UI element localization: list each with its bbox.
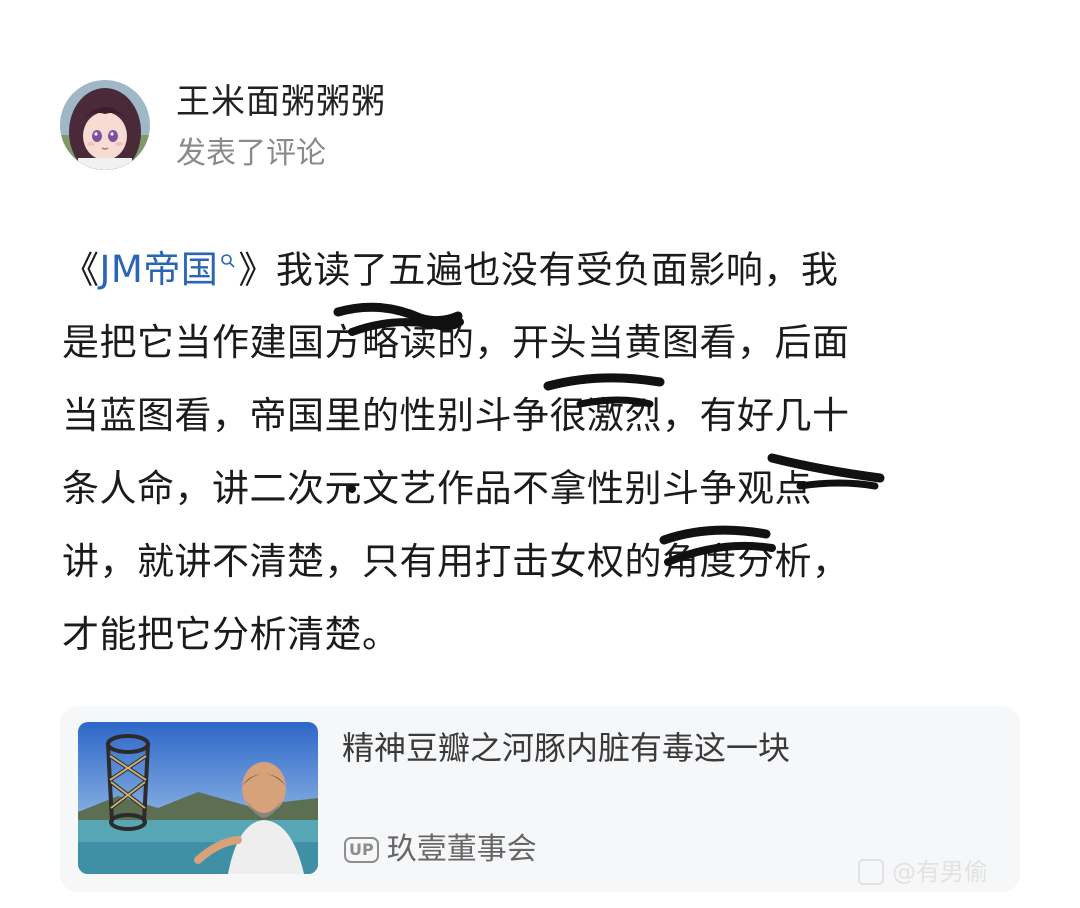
comment-line-1-rest: 》我读了五遍也没有受负面影响，我 — [238, 248, 839, 292]
comment-line-6: 才能把它分析清楚。 — [62, 613, 400, 657]
video-title[interactable]: 精神豆瓣之河豚内脏有毒这一块 — [342, 726, 790, 770]
comment-prefix: 《 — [62, 248, 100, 292]
video-thumbnail-image — [78, 722, 318, 874]
comment-line-4: 条人命，讲二次元文艺作品不拿性别斗争观点 — [62, 467, 812, 511]
uploader-name: 玖壹董事会 — [386, 832, 537, 867]
work-search-link-label: JM帝国 — [99, 248, 219, 292]
comment-screen: 王米面粥粥粥 发表了评论 《JM帝国 》我读了五遍也没有受负面影响，我 是把它当作… — [0, 0, 1080, 908]
watermark-text: @有男偷 — [892, 858, 988, 886]
author-action-label: 发表了评论 — [176, 136, 326, 171]
avatar-image — [60, 80, 150, 170]
comment-line-1: 《JM帝国 》我读了五遍也没有受负面影响，我 — [62, 220, 1018, 306]
comment-text: 《JM帝国 》我读了五遍也没有受负面影响，我 是把它当作建国方略读的，开头当黄图看… — [62, 220, 1018, 671]
up-badge-icon: UP — [344, 837, 379, 863]
author-avatar[interactable] — [60, 80, 150, 170]
author-name[interactable]: 王米面粥粥粥 — [176, 80, 386, 124]
watermark: @有男偷 — [858, 856, 988, 888]
watermark-logo-icon — [858, 859, 884, 885]
comment-line-2: 是把它当作建国方略读的，开头当黄图看，后面 — [62, 321, 850, 365]
video-uploader[interactable]: UP 玖壹董事会 — [344, 830, 537, 870]
comment-line-3: 当蓝图看，帝国里的性别斗争很激烈，有好几十 — [62, 394, 850, 438]
comment-line-5: 讲，就讲不清楚，只有用打击女权的角度分析， — [62, 540, 850, 584]
search-icon — [220, 220, 236, 293]
video-thumbnail[interactable] — [78, 722, 318, 874]
work-search-link[interactable]: JM帝国 — [100, 248, 239, 291]
